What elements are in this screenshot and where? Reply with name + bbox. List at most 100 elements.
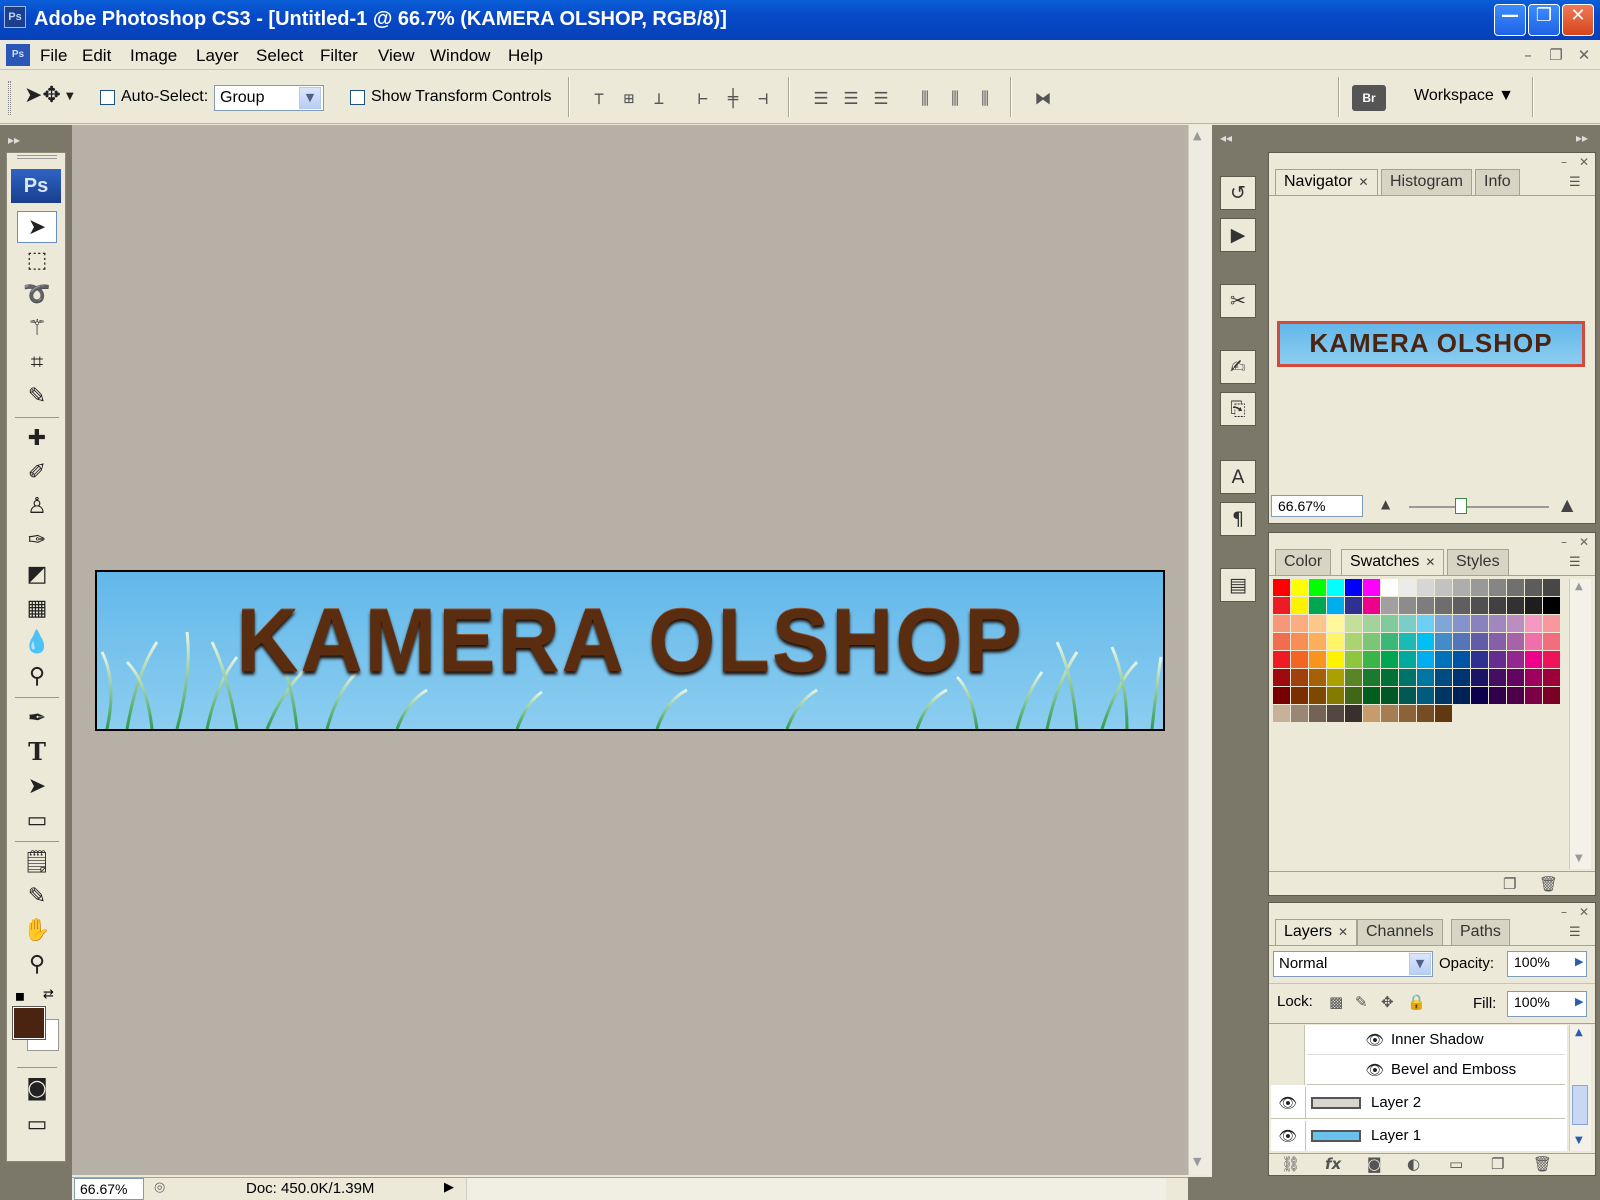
toolbox-grip[interactable]: [17, 155, 57, 159]
swatch-cell[interactable]: [1273, 615, 1290, 632]
close-button[interactable]: ✕: [1562, 4, 1594, 36]
panel-close-icon[interactable]: ✕: [1579, 535, 1589, 549]
foreground-color-swatch[interactable]: [12, 1006, 46, 1040]
swatch-cell[interactable]: [1327, 579, 1344, 596]
zoom-out-icon[interactable]: ▲: [1381, 497, 1390, 511]
layer-row[interactable]: 👁 Layer 1: [1271, 1121, 1565, 1151]
swatch-cell[interactable]: [1327, 651, 1344, 668]
layer-list[interactable]: 👁 Inner Shadow 👁 Bevel and Emboss 👁 Laye…: [1271, 1025, 1567, 1151]
lock-all-icon[interactable]: 🔒: [1407, 993, 1426, 1011]
swatch-cell[interactable]: [1381, 687, 1398, 704]
swatch-cell[interactable]: [1507, 669, 1524, 686]
document-icon[interactable]: Ps: [6, 44, 30, 66]
menu-view[interactable]: View: [378, 46, 415, 66]
tab-layers[interactable]: Layers ✕: [1275, 919, 1358, 945]
menu-filter[interactable]: Filter: [320, 46, 358, 66]
show-transform-checkbox[interactable]: [350, 90, 365, 105]
swatch-cell[interactable]: [1291, 687, 1308, 704]
chevron-down-icon[interactable]: ▼: [299, 87, 321, 109]
swatch-cell[interactable]: [1273, 687, 1290, 704]
add-mask-icon[interactable]: ◙: [1367, 1155, 1382, 1173]
swatch-cell[interactable]: [1507, 651, 1524, 668]
swatch-cell[interactable]: [1417, 633, 1434, 650]
swatch-cell[interactable]: [1471, 615, 1488, 632]
panel-menu-icon[interactable]: ☰: [1569, 925, 1581, 940]
align-right-icon[interactable]: ⊣: [750, 87, 776, 111]
zoom-slider-handle[interactable]: [1455, 498, 1467, 514]
horizontal-scrollbar[interactable]: [466, 1178, 1166, 1200]
lock-image-icon[interactable]: ✎: [1355, 993, 1368, 1011]
swatch-cell[interactable]: [1489, 669, 1506, 686]
scroll-down-icon[interactable]: ▼: [1193, 1155, 1201, 1168]
swatch-cell[interactable]: [1399, 669, 1416, 686]
swatch-cell[interactable]: [1399, 633, 1416, 650]
panel-minimize-icon[interactable]: –: [1561, 905, 1567, 919]
eye-icon[interactable]: 👁: [1278, 1093, 1298, 1113]
banner-image[interactable]: KAMERA OLSHOP: [95, 570, 1165, 731]
expand-icon[interactable]: ▸▸: [8, 133, 20, 147]
swatch-cell[interactable]: [1525, 687, 1542, 704]
swatch-cell[interactable]: [1381, 633, 1398, 650]
chevron-right-icon[interactable]: ▶: [1575, 955, 1583, 968]
folder-icon[interactable]: ▭: [1449, 1155, 1463, 1173]
swatch-cell[interactable]: [1453, 579, 1470, 596]
swatch-cell[interactable]: [1417, 651, 1434, 668]
swatch-cell[interactable]: [1453, 597, 1470, 614]
swatch-cell[interactable]: [1273, 597, 1290, 614]
new-swatch-icon[interactable]: ❐: [1503, 875, 1516, 893]
scroll-up-icon[interactable]: ▲: [1575, 1027, 1583, 1038]
swatch-cell[interactable]: [1489, 651, 1506, 668]
swatch-cell[interactable]: [1291, 669, 1308, 686]
swatch-cell[interactable]: [1507, 615, 1524, 632]
swatch-cell[interactable]: [1525, 633, 1542, 650]
swatch-cell[interactable]: [1327, 633, 1344, 650]
swatch-cell[interactable]: [1435, 705, 1452, 722]
swatch-cell[interactable]: [1471, 579, 1488, 596]
swatch-cell[interactable]: [1327, 669, 1344, 686]
swatch-cell[interactable]: [1309, 579, 1326, 596]
swatch-cell[interactable]: [1417, 615, 1434, 632]
swatch-cell[interactable]: [1363, 633, 1380, 650]
tab-swatches[interactable]: Swatches ✕: [1341, 549, 1445, 575]
swatch-cell[interactable]: [1435, 633, 1452, 650]
swatch-cell[interactable]: [1417, 705, 1434, 722]
quick-mask-icon[interactable]: ◙: [17, 1073, 57, 1105]
tool-presets-panel-icon[interactable]: ✂: [1220, 284, 1256, 318]
marquee-tool-icon[interactable]: ⬚: [17, 245, 57, 277]
lock-transparency-icon[interactable]: ▩: [1329, 993, 1343, 1011]
zoom-in-icon[interactable]: ▲: [1561, 495, 1573, 514]
swatch-cell[interactable]: [1291, 615, 1308, 632]
swatch-cell[interactable]: [1435, 687, 1452, 704]
distribute-left-icon[interactable]: ⫼: [912, 87, 938, 111]
swatch-cell[interactable]: [1435, 669, 1452, 686]
workspace-button[interactable]: Workspace ▼: [1414, 87, 1514, 105]
swatch-cell[interactable]: [1399, 579, 1416, 596]
blur-tool-icon[interactable]: 💧: [17, 627, 57, 659]
eraser-tool-icon[interactable]: ◩: [17, 559, 57, 591]
photoshop-logo[interactable]: Ps: [11, 169, 61, 203]
swatch-cell[interactable]: [1291, 597, 1308, 614]
layer-row[interactable]: 👁 Layer 2: [1271, 1087, 1565, 1119]
effect-row[interactable]: 👁 Inner Shadow: [1307, 1025, 1565, 1055]
panel-minimize-icon[interactable]: –: [1561, 155, 1567, 169]
tab-paths[interactable]: Paths: [1451, 919, 1510, 945]
swatch-cell[interactable]: [1417, 579, 1434, 596]
swatch-cell[interactable]: [1291, 651, 1308, 668]
swatch-cell[interactable]: [1381, 579, 1398, 596]
collapse-left-icon[interactable]: ◂◂: [1220, 131, 1232, 145]
healing-brush-tool-icon[interactable]: ✚: [17, 423, 57, 455]
version-cue-icon[interactable]: ◎: [154, 1180, 165, 1195]
swatch-cell[interactable]: [1525, 615, 1542, 632]
swatch-cell[interactable]: [1381, 651, 1398, 668]
dodge-tool-icon[interactable]: ⚲: [17, 661, 57, 693]
swatch-cell[interactable]: [1543, 615, 1560, 632]
swatch-cell[interactable]: [1543, 687, 1560, 704]
scroll-up-icon[interactable]: ▲: [1575, 581, 1583, 592]
maximize-button[interactable]: ❐: [1528, 4, 1560, 36]
tab-histogram[interactable]: Histogram: [1381, 169, 1472, 195]
align-vertical-center-icon[interactable]: ⊞: [616, 87, 642, 111]
minimize-button[interactable]: —: [1494, 4, 1526, 36]
distribute-right-icon[interactable]: ⫼: [972, 87, 998, 111]
swatch-cell[interactable]: [1525, 651, 1542, 668]
swatch-cell[interactable]: [1381, 705, 1398, 722]
